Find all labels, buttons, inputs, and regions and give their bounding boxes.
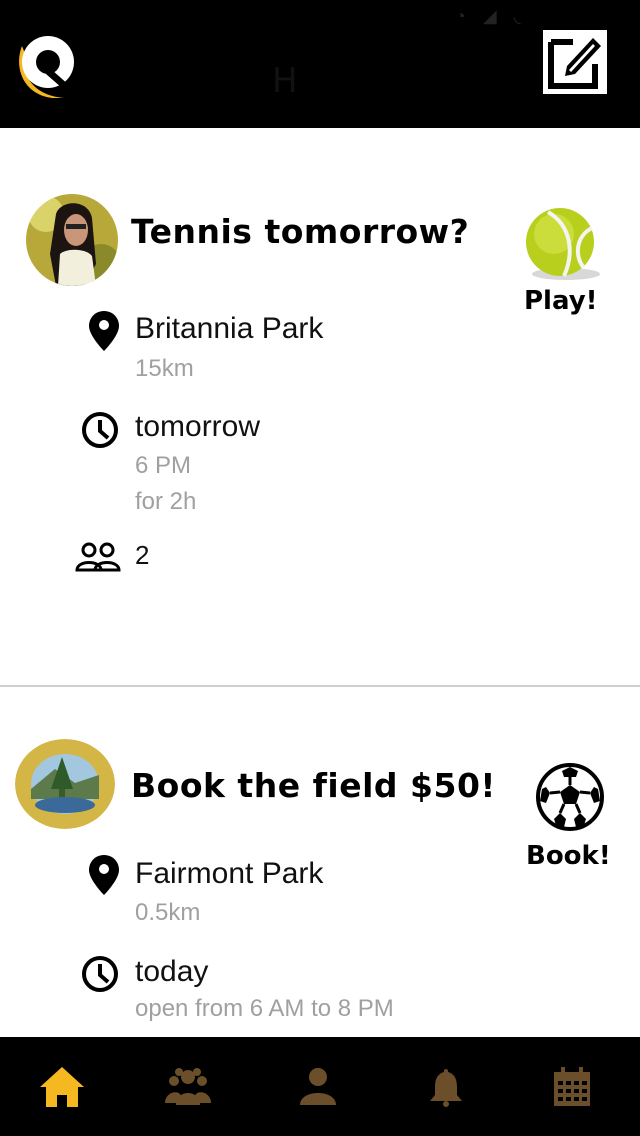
- activity-card-field[interactable]: Book the field $50! Book! Fairmont Park …: [0, 687, 640, 1037]
- compose-icon: [547, 34, 603, 90]
- tab-calendar[interactable]: [542, 1059, 602, 1115]
- location-name[interactable]: Britannia Park: [135, 312, 323, 346]
- day-text: tomorrow: [135, 410, 261, 443]
- location-name[interactable]: Fairmont Park: [135, 857, 323, 891]
- location-pin-icon: [89, 855, 119, 900]
- tennis-ball-icon: [526, 208, 600, 280]
- county-seal-avatar[interactable]: [15, 739, 115, 829]
- profile-icon: [300, 1068, 336, 1105]
- user-avatar[interactable]: [26, 194, 118, 286]
- duration-text: for 2h: [135, 488, 197, 515]
- tab-groups[interactable]: [158, 1059, 218, 1115]
- app-logo-icon[interactable]: [12, 26, 80, 102]
- activity-card-tennis[interactable]: Tennis tomorrow? Play! Britannia Park 15…: [0, 128, 640, 685]
- status-bar-icons: ◔ ◢ ◟: [455, 6, 527, 26]
- location-pin-icon: [89, 311, 119, 356]
- participants-icon: [75, 542, 121, 577]
- time-text: 6 PM: [135, 452, 192, 479]
- book-label[interactable]: Book!: [526, 841, 611, 871]
- app-header: ◔ ◢ ◟ H: [0, 0, 640, 128]
- card-title: Tennis tomorrow?: [131, 212, 470, 251]
- home-icon: [40, 1067, 84, 1107]
- compose-button[interactable]: [543, 30, 607, 94]
- clock-icon: [80, 954, 120, 999]
- distance-text: 15km: [135, 355, 194, 382]
- tab-profile[interactable]: [288, 1059, 348, 1115]
- distance-text: 0.5km: [135, 899, 201, 926]
- tab-home[interactable]: [32, 1059, 92, 1115]
- calendar-icon: [554, 1067, 590, 1106]
- book-button[interactable]: [534, 761, 606, 833]
- participant-count: 2: [135, 540, 150, 570]
- hours-text: open from 6 AM to 8 PM: [135, 995, 394, 1022]
- page-title: H: [272, 61, 298, 101]
- bell-icon: [430, 1069, 462, 1107]
- tab-notifications[interactable]: [416, 1059, 476, 1115]
- group-icon: [165, 1068, 211, 1105]
- play-button[interactable]: [520, 206, 604, 282]
- bottom-tab-bar: [0, 1037, 640, 1136]
- clock-icon: [80, 410, 120, 455]
- card-title: Book the field $50!: [131, 766, 496, 805]
- play-label[interactable]: Play!: [524, 286, 598, 316]
- day-text: today: [135, 955, 209, 988]
- soccer-ball-icon: [536, 763, 604, 831]
